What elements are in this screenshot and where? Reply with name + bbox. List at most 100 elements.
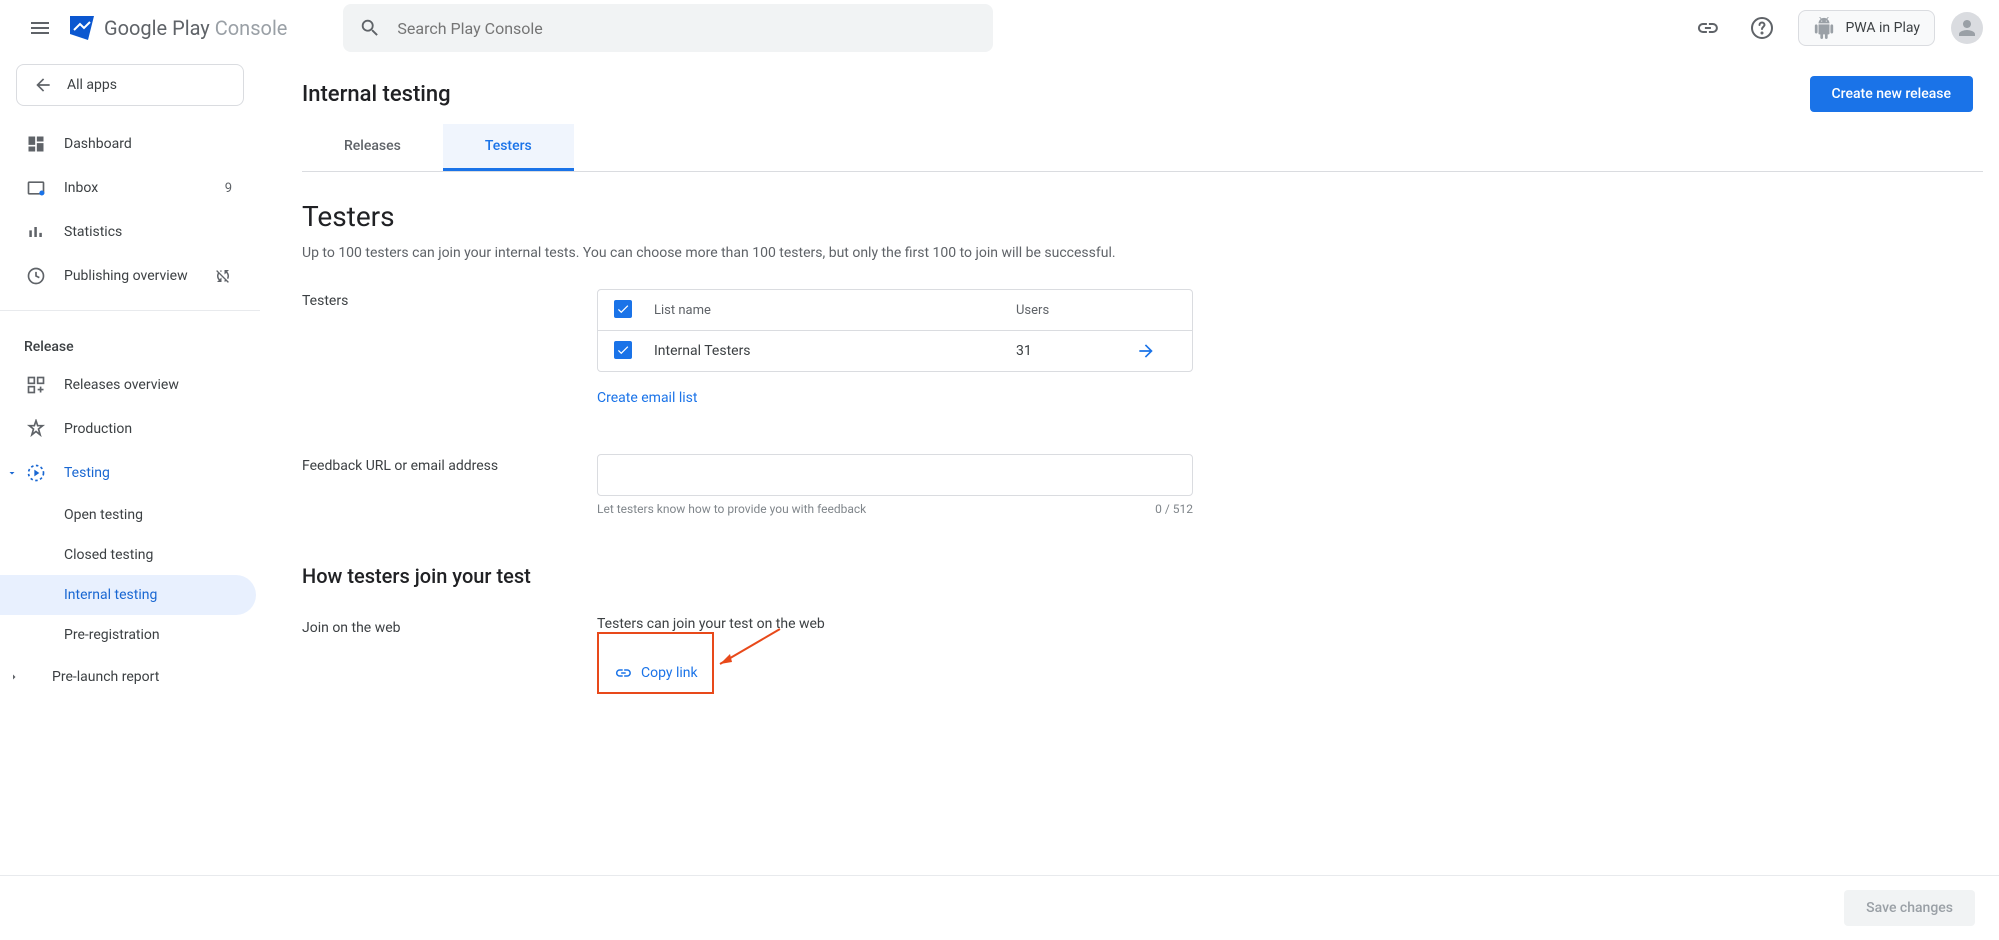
- save-changes-button[interactable]: Save changes: [1844, 890, 1975, 926]
- statistics-icon: [24, 220, 48, 244]
- nav-publishing-overview[interactable]: Publishing overview: [0, 254, 256, 298]
- copy-link-label: Copy link: [641, 665, 698, 681]
- nav-closed-testing[interactable]: Closed testing: [0, 535, 256, 575]
- create-email-list-link[interactable]: Create email list: [597, 390, 697, 406]
- col-check-header[interactable]: [614, 300, 654, 320]
- row-checkbox[interactable]: [614, 341, 654, 361]
- brand[interactable]: Google Play Console: [68, 14, 287, 42]
- nav-label: Testing: [64, 465, 110, 481]
- nav-statistics[interactable]: Statistics: [0, 210, 256, 254]
- arrow-right-icon: [1136, 341, 1156, 361]
- nav-dashboard[interactable]: Dashboard: [0, 122, 256, 166]
- field-helper: Let testers know how to provide you with…: [597, 502, 1193, 516]
- row-arrow[interactable]: [1136, 341, 1176, 361]
- nav-releases-overview[interactable]: Releases overview: [0, 363, 256, 407]
- nav-inbox[interactable]: Inbox 9: [0, 166, 256, 210]
- dashboard-icon: [24, 132, 48, 156]
- table-row[interactable]: Internal Testers 31: [598, 331, 1192, 371]
- releases-icon: [24, 373, 48, 397]
- user-avatar[interactable]: [1951, 12, 1983, 44]
- nav-production[interactable]: Production: [0, 407, 256, 451]
- sidebar: All apps Dashboard Inbox 9 Statistics Pu…: [0, 56, 260, 774]
- arrow-left-icon: [33, 75, 53, 95]
- copy-link-button[interactable]: Copy link: [599, 654, 712, 692]
- page-header: Internal testing Create new release: [302, 56, 1983, 124]
- nav-label: Production: [64, 421, 132, 437]
- menu-button[interactable]: [16, 4, 64, 52]
- feedback-label: Feedback URL or email address: [302, 454, 597, 474]
- testers-row: Testers List name Users: [302, 289, 1983, 406]
- row-name: Internal Testers: [654, 343, 1016, 359]
- main-content: Internal testing Create new release Rele…: [260, 56, 1999, 774]
- nav-label: Dashboard: [64, 136, 132, 152]
- all-apps-button[interactable]: All apps: [16, 64, 244, 106]
- tabs: Releases Testers: [302, 124, 1983, 172]
- row-users: 31: [1016, 343, 1136, 359]
- section-release: Release: [0, 323, 260, 363]
- nav-label: Pre-registration: [64, 627, 160, 643]
- nav-testing[interactable]: Testing: [0, 451, 256, 495]
- inbox-icon: [24, 176, 48, 200]
- sync-disabled-icon: [214, 267, 232, 285]
- search-icon: [359, 17, 381, 39]
- feedback-row: Feedback URL or email address Let tester…: [302, 454, 1983, 516]
- nav-label: Releases overview: [64, 377, 179, 393]
- app-selector[interactable]: PWA in Play: [1798, 10, 1935, 46]
- header-actions: PWA in Play: [1686, 8, 1983, 48]
- join-label: Join on the web: [302, 616, 597, 636]
- feedback-input[interactable]: [597, 454, 1193, 496]
- testing-icon: [24, 461, 48, 485]
- help-button[interactable]: [1742, 8, 1782, 48]
- col-users-header: Users: [1016, 303, 1136, 318]
- testers-desc: Up to 100 testers can join your internal…: [302, 245, 1983, 261]
- brand-text: Google Play Console: [104, 16, 287, 40]
- app-header: Google Play Console PWA in Play: [0, 0, 1999, 56]
- link-icon: [1694, 16, 1718, 40]
- testers-table: List name Users Internal Testers 31: [597, 289, 1193, 372]
- tab-testers[interactable]: Testers: [443, 124, 574, 171]
- production-icon: [24, 417, 48, 441]
- search-input[interactable]: [397, 19, 977, 38]
- hamburger-icon: [28, 16, 52, 40]
- join-row: Join on the web Testers can join your te…: [302, 616, 1983, 694]
- divider: [0, 310, 260, 311]
- caret-down-icon: [6, 467, 18, 479]
- app-selector-label: PWA in Play: [1845, 20, 1920, 36]
- nav-label: Statistics: [64, 224, 122, 240]
- checkbox-icon: [614, 341, 632, 359]
- person-icon: [1955, 16, 1979, 40]
- join-title: How testers join your test: [302, 564, 1983, 588]
- testers-label: Testers: [302, 289, 597, 309]
- create-release-button[interactable]: Create new release: [1810, 76, 1973, 112]
- link-icon: [613, 664, 631, 682]
- highlight-annotation: Copy link: [597, 632, 714, 694]
- publishing-icon: [24, 264, 48, 288]
- table-header: List name Users: [598, 290, 1192, 331]
- feedback-counter: 0 / 512: [1155, 502, 1193, 516]
- nav-internal-testing[interactable]: Internal testing: [0, 575, 256, 615]
- checkbox-icon: [614, 300, 632, 318]
- nav-label: Closed testing: [64, 547, 153, 563]
- inbox-count: 9: [225, 181, 232, 196]
- nav-open-testing[interactable]: Open testing: [0, 495, 256, 535]
- col-name-header: List name: [654, 303, 1016, 318]
- tab-releases[interactable]: Releases: [302, 124, 443, 171]
- link-button[interactable]: [1686, 8, 1726, 48]
- caret-right-icon: [8, 665, 20, 689]
- android-icon: [1813, 17, 1835, 39]
- nav-label: Publishing overview: [64, 268, 188, 284]
- feedback-helper-text: Let testers know how to provide you with…: [597, 502, 866, 516]
- nav-pre-launch-report[interactable]: Pre-launch report: [0, 655, 256, 699]
- nav-pre-registration[interactable]: Pre-registration: [0, 615, 256, 655]
- all-apps-label: All apps: [67, 77, 117, 93]
- search-container[interactable]: [343, 4, 993, 52]
- help-icon: [1750, 16, 1774, 40]
- nav-label: Internal testing: [64, 587, 157, 603]
- page-title: Internal testing: [302, 82, 451, 107]
- nav-label: Pre-launch report: [52, 669, 159, 685]
- play-logo-icon: [68, 14, 96, 42]
- join-desc: Testers can join your test on the web: [597, 616, 1193, 632]
- footer-bar: Save changes: [0, 875, 1999, 940]
- nav-label: Open testing: [64, 507, 143, 523]
- nav-label: Inbox: [64, 180, 98, 196]
